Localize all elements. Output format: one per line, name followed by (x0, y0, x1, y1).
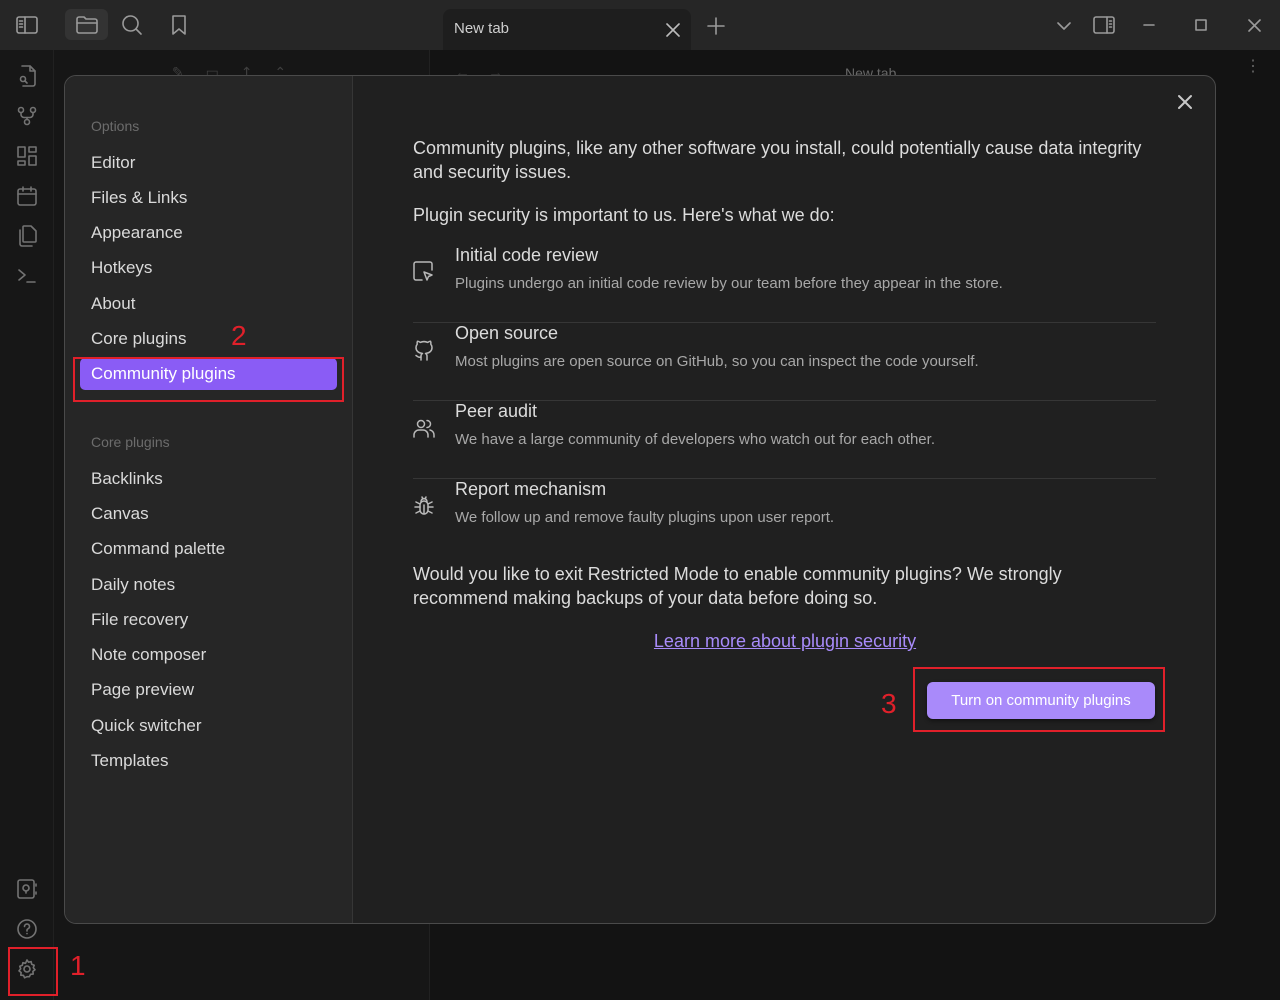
feature-report-mechanism: Report mechanism We follow up and remove… (413, 479, 1156, 557)
settings-item-command-palette[interactable]: Command palette (80, 533, 337, 565)
bookmark-icon[interactable] (168, 13, 190, 37)
bug-icon (413, 495, 437, 519)
settings-item-daily-notes[interactable]: Daily notes (80, 569, 337, 601)
settings-item-hotkeys[interactable]: Hotkeys (80, 252, 337, 284)
settings-item-canvas[interactable]: Canvas (80, 498, 337, 530)
github-icon (413, 339, 437, 363)
settings-item-files-links[interactable]: Files & Links (80, 182, 337, 214)
settings-item-backlinks[interactable]: Backlinks (80, 463, 337, 495)
settings-item-file-recovery[interactable]: File recovery (80, 604, 337, 636)
settings-item-editor[interactable]: Editor (80, 147, 337, 179)
tab-new-tab[interactable]: New tab (443, 9, 691, 50)
core-plugins-heading: Core plugins (91, 434, 170, 450)
users-icon (413, 417, 437, 441)
feature-open-source: Open source Most plugins are open source… (413, 323, 1156, 401)
settings-item-page-preview[interactable]: Page preview (80, 674, 337, 706)
minimize-icon[interactable] (1139, 15, 1159, 35)
feature-title: Initial code review (455, 245, 599, 265)
modal-close-icon[interactable] (1171, 88, 1199, 116)
options-heading: Options (91, 118, 140, 134)
feature-desc: We follow up and remove faulty plugins u… (455, 509, 835, 526)
feature-initial-code-review: Initial code review Plugins undergo an i… (413, 245, 1156, 323)
annotation-box-3 (913, 667, 1165, 732)
security-heading: Plugin security is important to us. Here… (413, 205, 835, 225)
search-icon[interactable] (120, 13, 144, 37)
feature-desc: Most plugins are open source on GitHub, … (455, 353, 979, 370)
sidebar-toggle-icon[interactable] (14, 13, 40, 37)
feature-peer-audit: Peer audit We have a large community of … (413, 401, 1156, 479)
close-tab-icon[interactable] (663, 20, 683, 40)
settings-item-quick-switcher[interactable]: Quick switcher (80, 710, 337, 742)
settings-item-core-plugins[interactable]: Core plugins (80, 323, 337, 355)
feature-title: Open source (455, 323, 559, 343)
tab-list-chevron-icon[interactable] (1054, 16, 1074, 36)
annotation-box-1 (8, 947, 58, 996)
learn-more-link[interactable]: Learn more about plugin security (654, 631, 916, 651)
learn-more-container: Learn more about plugin security (413, 631, 1157, 652)
feature-desc: Plugins undergo an initial code review b… (455, 275, 1003, 292)
maximize-icon[interactable] (1191, 15, 1211, 35)
annotation-number-2: 2 (231, 320, 247, 351)
cursor-review-icon (413, 261, 437, 285)
settings-item-templates[interactable]: Templates (80, 745, 337, 777)
intro-text: Community plugins, like any other softwa… (413, 138, 1142, 182)
settings-item-note-composer[interactable]: Note composer (80, 639, 337, 671)
feature-title: Report mechanism (455, 479, 607, 499)
settings-item-appearance[interactable]: Appearance (80, 217, 337, 249)
annotation-box-2 (73, 357, 344, 402)
settings-sidebar: Options Editor Files & Links Appearance … (65, 76, 353, 923)
settings-modal: Options Editor Files & Links Appearance … (64, 75, 1216, 924)
new-tab-icon[interactable] (705, 15, 727, 37)
annotation-number-1: 1 (70, 950, 86, 981)
annotation-number-3: 3 (881, 688, 897, 719)
restricted-mode-question: Would you like to exit Restricted Mode t… (413, 564, 1062, 608)
settings-item-about[interactable]: About (80, 288, 337, 320)
feature-title: Peer audit (455, 401, 538, 421)
file-explorer-button[interactable] (65, 9, 108, 40)
window-close-icon[interactable] (1244, 15, 1264, 35)
title-bar: New tab (0, 0, 1280, 50)
right-sidebar-toggle-icon[interactable] (1092, 13, 1116, 37)
feature-desc: We have a large community of developers … (455, 431, 935, 448)
folder-icon (75, 15, 98, 34)
tab-title: New tab (454, 20, 510, 37)
